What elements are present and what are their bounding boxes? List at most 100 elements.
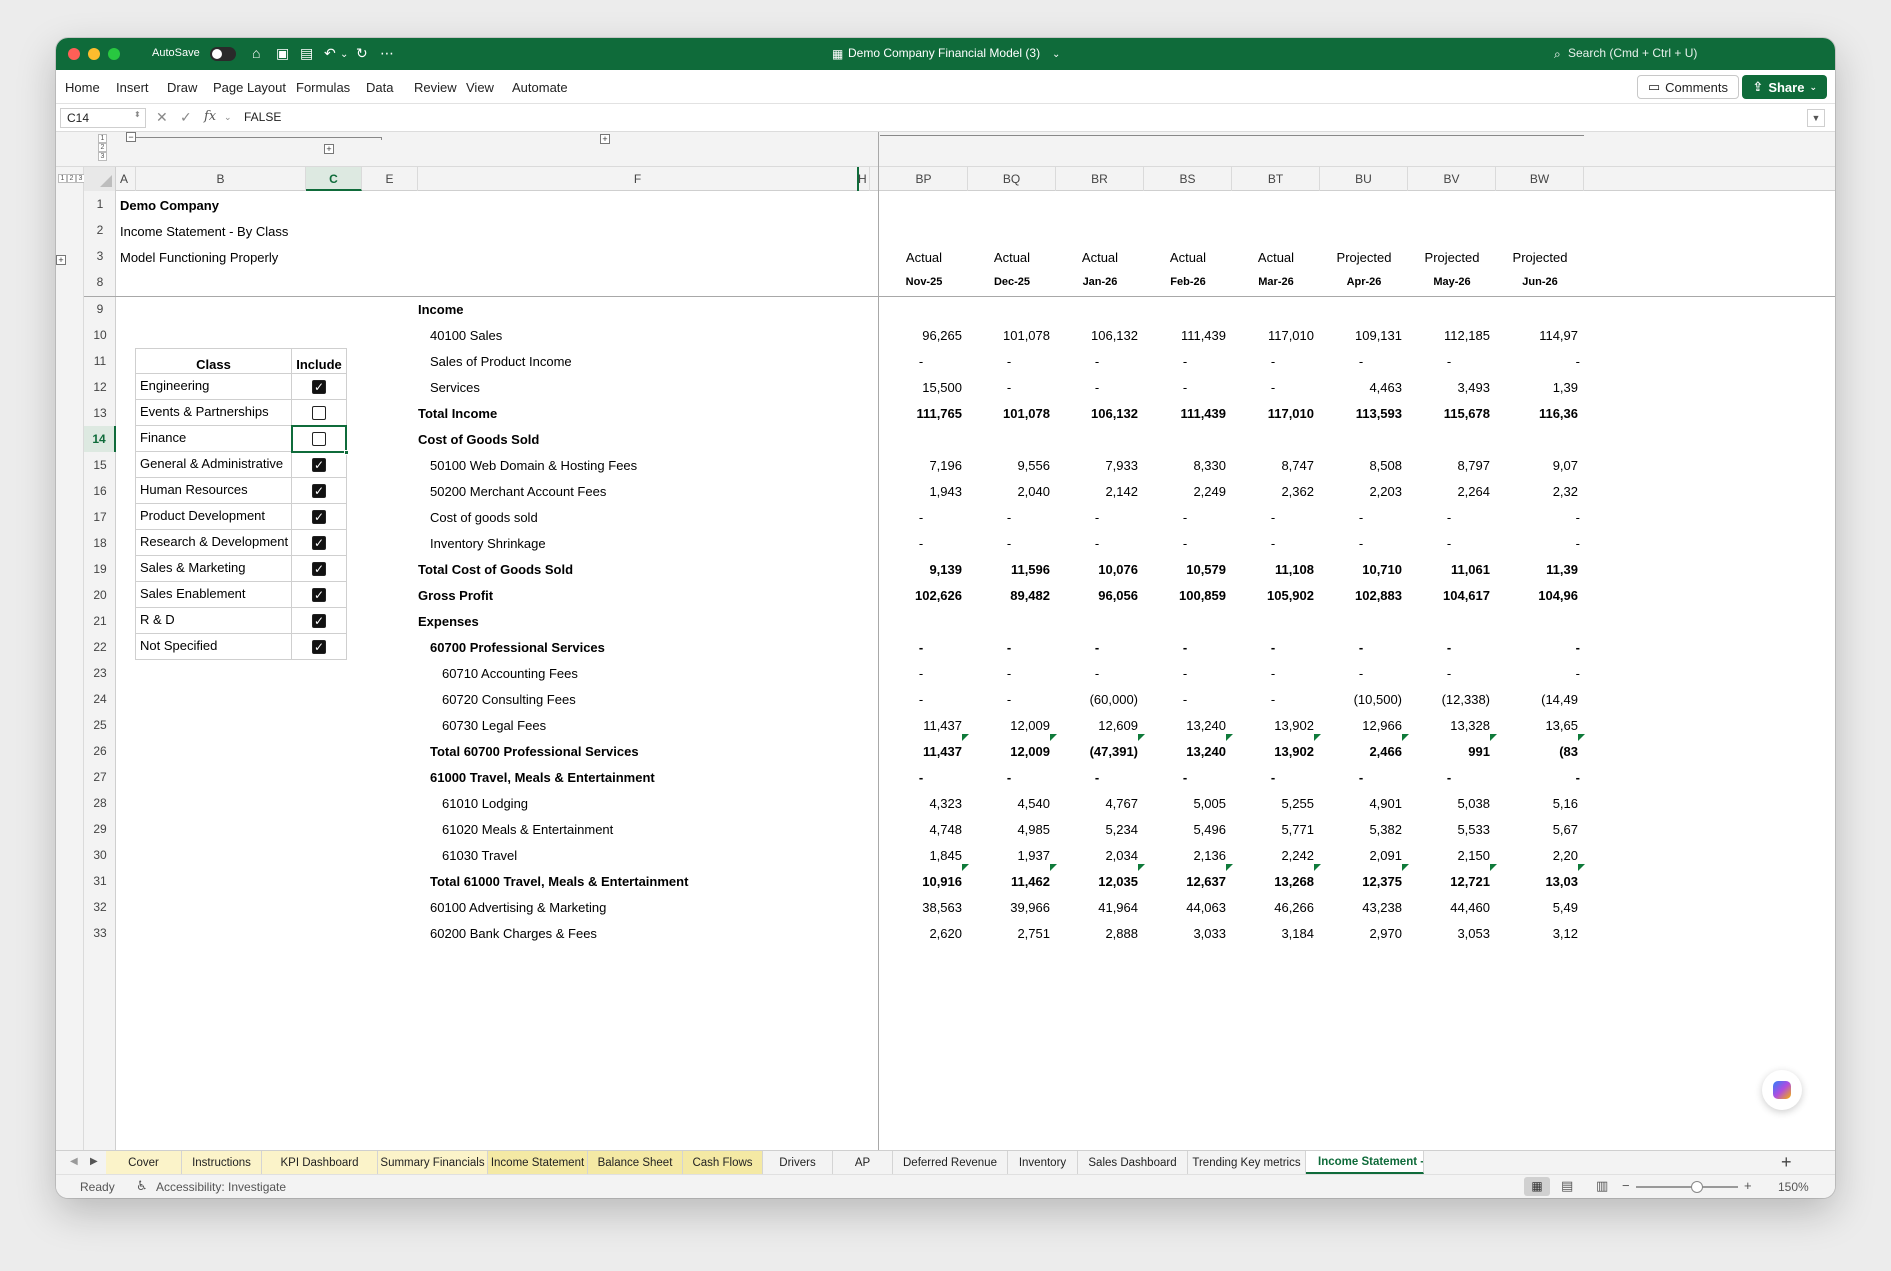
value-cell[interactable]: 3,033 — [1144, 920, 1232, 946]
value-cell[interactable]: - — [880, 634, 968, 660]
worksheet-grid[interactable]: 1 2 3 1 2 3− + + + A B C E F H BP BQ BR BS BT BU BV BW 1 Demo Co… — [56, 132, 1835, 1182]
value-cell[interactable]: 4,901 — [1320, 790, 1408, 816]
close-window-button[interactable] — [68, 48, 80, 60]
value-cell[interactable]: - — [1056, 348, 1144, 374]
value-cell[interactable]: 12,609 — [1056, 712, 1144, 738]
column-header-bv[interactable]: BV — [1408, 167, 1496, 191]
value-cell[interactable]: 5,16 — [1496, 790, 1584, 816]
row-header-22[interactable]: 22 — [84, 634, 116, 660]
enter-icon[interactable]: ✓ — [180, 109, 192, 126]
value-cell[interactable]: - — [1232, 504, 1320, 530]
value-cell[interactable]: 8,330 — [1144, 452, 1232, 478]
value-cell[interactable]: 13,240 — [1144, 738, 1232, 764]
value-cell[interactable]: 2,136 — [1144, 842, 1232, 868]
row-header-1[interactable]: 1 — [84, 191, 116, 217]
value-cell[interactable]: 2,203 — [1320, 478, 1408, 504]
include-checkbox-events-partnerships[interactable] — [312, 406, 326, 420]
value-cell[interactable]: 11,39 — [1496, 556, 1584, 582]
value-cell[interactable]: 11,462 — [968, 868, 1056, 894]
value-cell[interactable]: 5,038 — [1408, 790, 1496, 816]
include-checkbox-not-specified[interactable]: ✓ — [312, 640, 326, 654]
value-cell[interactable]: - — [968, 374, 1056, 400]
value-cell[interactable]: 4,540 — [968, 790, 1056, 816]
value-cell[interactable]: 9,139 — [880, 556, 968, 582]
value-cell[interactable]: (12,338) — [1408, 686, 1496, 712]
fx-dropdown-icon[interactable]: ⌄ — [224, 112, 232, 123]
ribbon-tab-formulas[interactable]: Formulas — [296, 80, 350, 95]
sheet-tab-ap[interactable]: AP — [833, 1151, 893, 1174]
row-header-29[interactable]: 29 — [84, 816, 116, 842]
sheet-tab-instructions[interactable]: Instructions — [182, 1151, 262, 1174]
include-checkbox-engineering[interactable]: ✓ — [312, 380, 326, 394]
include-cell[interactable]: ✓ — [292, 556, 347, 582]
value-cell[interactable]: - — [1144, 660, 1232, 686]
value-cell[interactable]: 96,265 — [880, 322, 968, 348]
value-cell[interactable]: - — [1320, 634, 1408, 660]
include-checkbox-human-resources[interactable]: ✓ — [312, 484, 326, 498]
value-cell[interactable]: 5,533 — [1408, 816, 1496, 842]
include-cell[interactable] — [292, 400, 347, 426]
value-cell[interactable]: (60,000) — [1056, 686, 1144, 712]
row-header-16[interactable]: 16 — [84, 478, 116, 504]
value-cell[interactable]: 4,748 — [880, 816, 968, 842]
value-cell[interactable]: 43,238 — [1320, 894, 1408, 920]
minimize-window-button[interactable] — [88, 48, 100, 60]
include-cell[interactable]: ✓ — [292, 478, 347, 504]
value-cell[interactable]: 41,964 — [1056, 894, 1144, 920]
ribbon-tab-data[interactable]: Data — [366, 80, 393, 95]
home-icon[interactable]: ⌂ — [252, 45, 260, 61]
value-cell[interactable]: - — [1056, 374, 1144, 400]
value-cell[interactable]: - — [1056, 660, 1144, 686]
value-cell[interactable]: - — [1408, 348, 1496, 374]
value-cell[interactable]: 13,902 — [1232, 712, 1320, 738]
cancel-icon[interactable]: ✕ — [156, 109, 168, 126]
value-cell[interactable]: 2,091 — [1320, 842, 1408, 868]
copilot-icon[interactable] — [1762, 1070, 1802, 1110]
value-cell[interactable]: 1,39 — [1496, 374, 1584, 400]
value-cell[interactable]: - — [1144, 634, 1232, 660]
value-cell[interactable]: - — [1320, 504, 1408, 530]
value-cell[interactable]: 10,579 — [1144, 556, 1232, 582]
value-cell[interactable]: 5,005 — [1144, 790, 1232, 816]
row-header-30[interactable]: 30 — [84, 842, 116, 868]
value-cell[interactable]: 38,563 — [880, 894, 968, 920]
normal-view-icon[interactable]: ▦ — [1524, 1177, 1550, 1196]
include-cell[interactable]: ✓ — [292, 374, 347, 400]
undo-icon[interactable]: ↶ — [324, 45, 336, 61]
value-cell[interactable]: - — [1496, 634, 1584, 660]
value-cell[interactable]: 116,36 — [1496, 400, 1584, 426]
value-cell[interactable]: 8,797 — [1408, 452, 1496, 478]
value-cell[interactable]: - — [1144, 504, 1232, 530]
row-outline-level-1[interactable]: 1 — [58, 174, 67, 183]
value-cell[interactable]: - — [1144, 530, 1232, 556]
row-header-9[interactable]: 9 — [84, 296, 116, 322]
undo-dropdown-icon[interactable]: ⌄ — [340, 47, 348, 63]
value-cell[interactable]: 10,916 — [880, 868, 968, 894]
more-icon[interactable]: ⋯ — [380, 45, 394, 61]
column-header-e[interactable]: E — [362, 167, 418, 191]
value-cell[interactable]: 12,009 — [968, 738, 1056, 764]
value-cell[interactable]: 104,617 — [1408, 582, 1496, 608]
value-cell[interactable]: 2,20 — [1496, 842, 1584, 868]
value-cell[interactable]: 11,437 — [880, 738, 968, 764]
value-cell[interactable]: - — [968, 660, 1056, 686]
value-cell[interactable]: 5,67 — [1496, 816, 1584, 842]
include-checkbox-sales-enablement[interactable]: ✓ — [312, 588, 326, 602]
ribbon-tab-view[interactable]: View — [466, 80, 494, 95]
column-header-bs[interactable]: BS — [1144, 167, 1232, 191]
include-checkbox-product-development[interactable]: ✓ — [312, 510, 326, 524]
value-cell[interactable]: 104,96 — [1496, 582, 1584, 608]
value-cell[interactable]: 2,040 — [968, 478, 1056, 504]
value-cell[interactable]: 5,496 — [1144, 816, 1232, 842]
value-cell[interactable]: 111,439 — [1144, 322, 1232, 348]
row-header-3[interactable]: 3 — [84, 243, 116, 269]
include-cell[interactable]: ✓ — [292, 504, 347, 530]
value-cell[interactable]: 112,185 — [1408, 322, 1496, 348]
value-cell[interactable]: - — [1496, 660, 1584, 686]
save-as-icon[interactable]: ▤ — [300, 45, 313, 61]
value-cell[interactable]: - — [1408, 660, 1496, 686]
value-cell[interactable]: 13,03 — [1496, 868, 1584, 894]
row-header-23[interactable]: 23 — [84, 660, 116, 686]
expand-formula-bar-icon[interactable]: ▼ — [1807, 109, 1825, 127]
zoom-window-button[interactable] — [108, 48, 120, 60]
